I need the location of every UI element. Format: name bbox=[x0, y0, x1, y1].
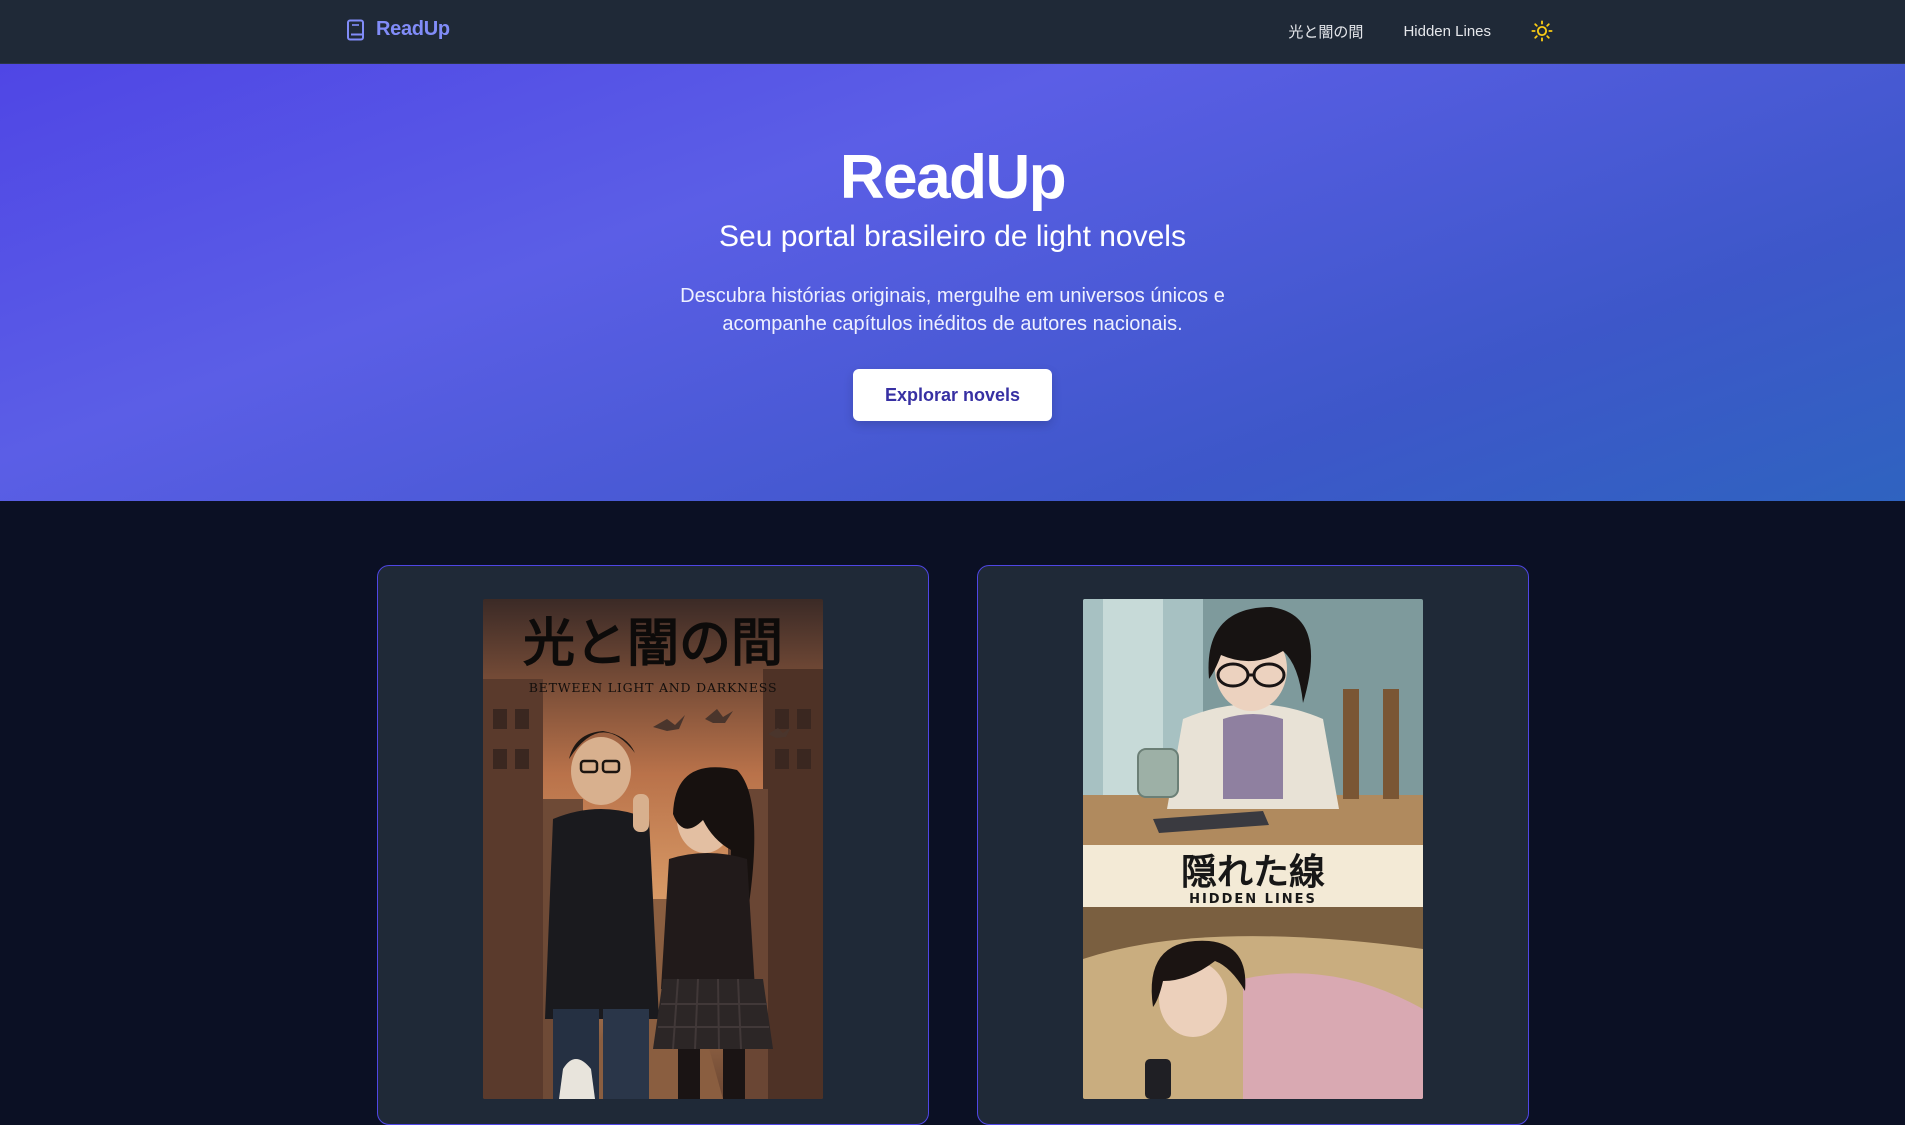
novel-card-hidden-lines[interactable]: 隠れた線 HIDDEN LINES bbox=[977, 565, 1529, 1125]
sun-icon[interactable] bbox=[1531, 20, 1553, 42]
main-nav: 光と闇の間 Hidden Lines bbox=[1288, 20, 1553, 42]
brand-name: ReadUp bbox=[376, 18, 450, 40]
brand-link[interactable]: ReadUp bbox=[346, 18, 450, 41]
nav-link-hidden-lines[interactable]: Hidden Lines bbox=[1403, 23, 1491, 40]
book-icon bbox=[347, 19, 364, 40]
cover-subtitle: BETWEEN LIGHT AND DARKNESS bbox=[529, 680, 778, 695]
hero-title: ReadUp bbox=[839, 143, 1067, 212]
novel-cover-image[interactable]: 隠れた線 HIDDEN LINES bbox=[1083, 599, 1423, 1099]
hero-section: ReadUp Seu portal brasileiro de light no… bbox=[0, 64, 1905, 501]
nav-link-light-and-darkness[interactable]: 光と闇の間 bbox=[1288, 21, 1363, 42]
novel-card-light-and-darkness[interactable]: 光と闇の間 BETWEEN LIGHT AND DARKNESS bbox=[377, 565, 929, 1125]
hero-description: Descubra histórias originais, mergulhe e… bbox=[680, 285, 1225, 335]
cover-subtitle: HIDDEN LINES bbox=[1189, 892, 1317, 907]
cover-title: 隠れた線 bbox=[1181, 852, 1325, 893]
explore-novels-button[interactable]: Explorar novels bbox=[853, 369, 1052, 421]
cover-title: 光と闇の間 bbox=[523, 613, 783, 674]
hero-subtitle: Seu portal brasileiro de light novels bbox=[719, 220, 1186, 253]
novel-cover-image[interactable]: 光と闇の間 BETWEEN LIGHT AND DARKNESS bbox=[483, 599, 823, 1099]
top-navbar: ReadUp 光と闇の間 Hidden Lines bbox=[0, 0, 1905, 64]
